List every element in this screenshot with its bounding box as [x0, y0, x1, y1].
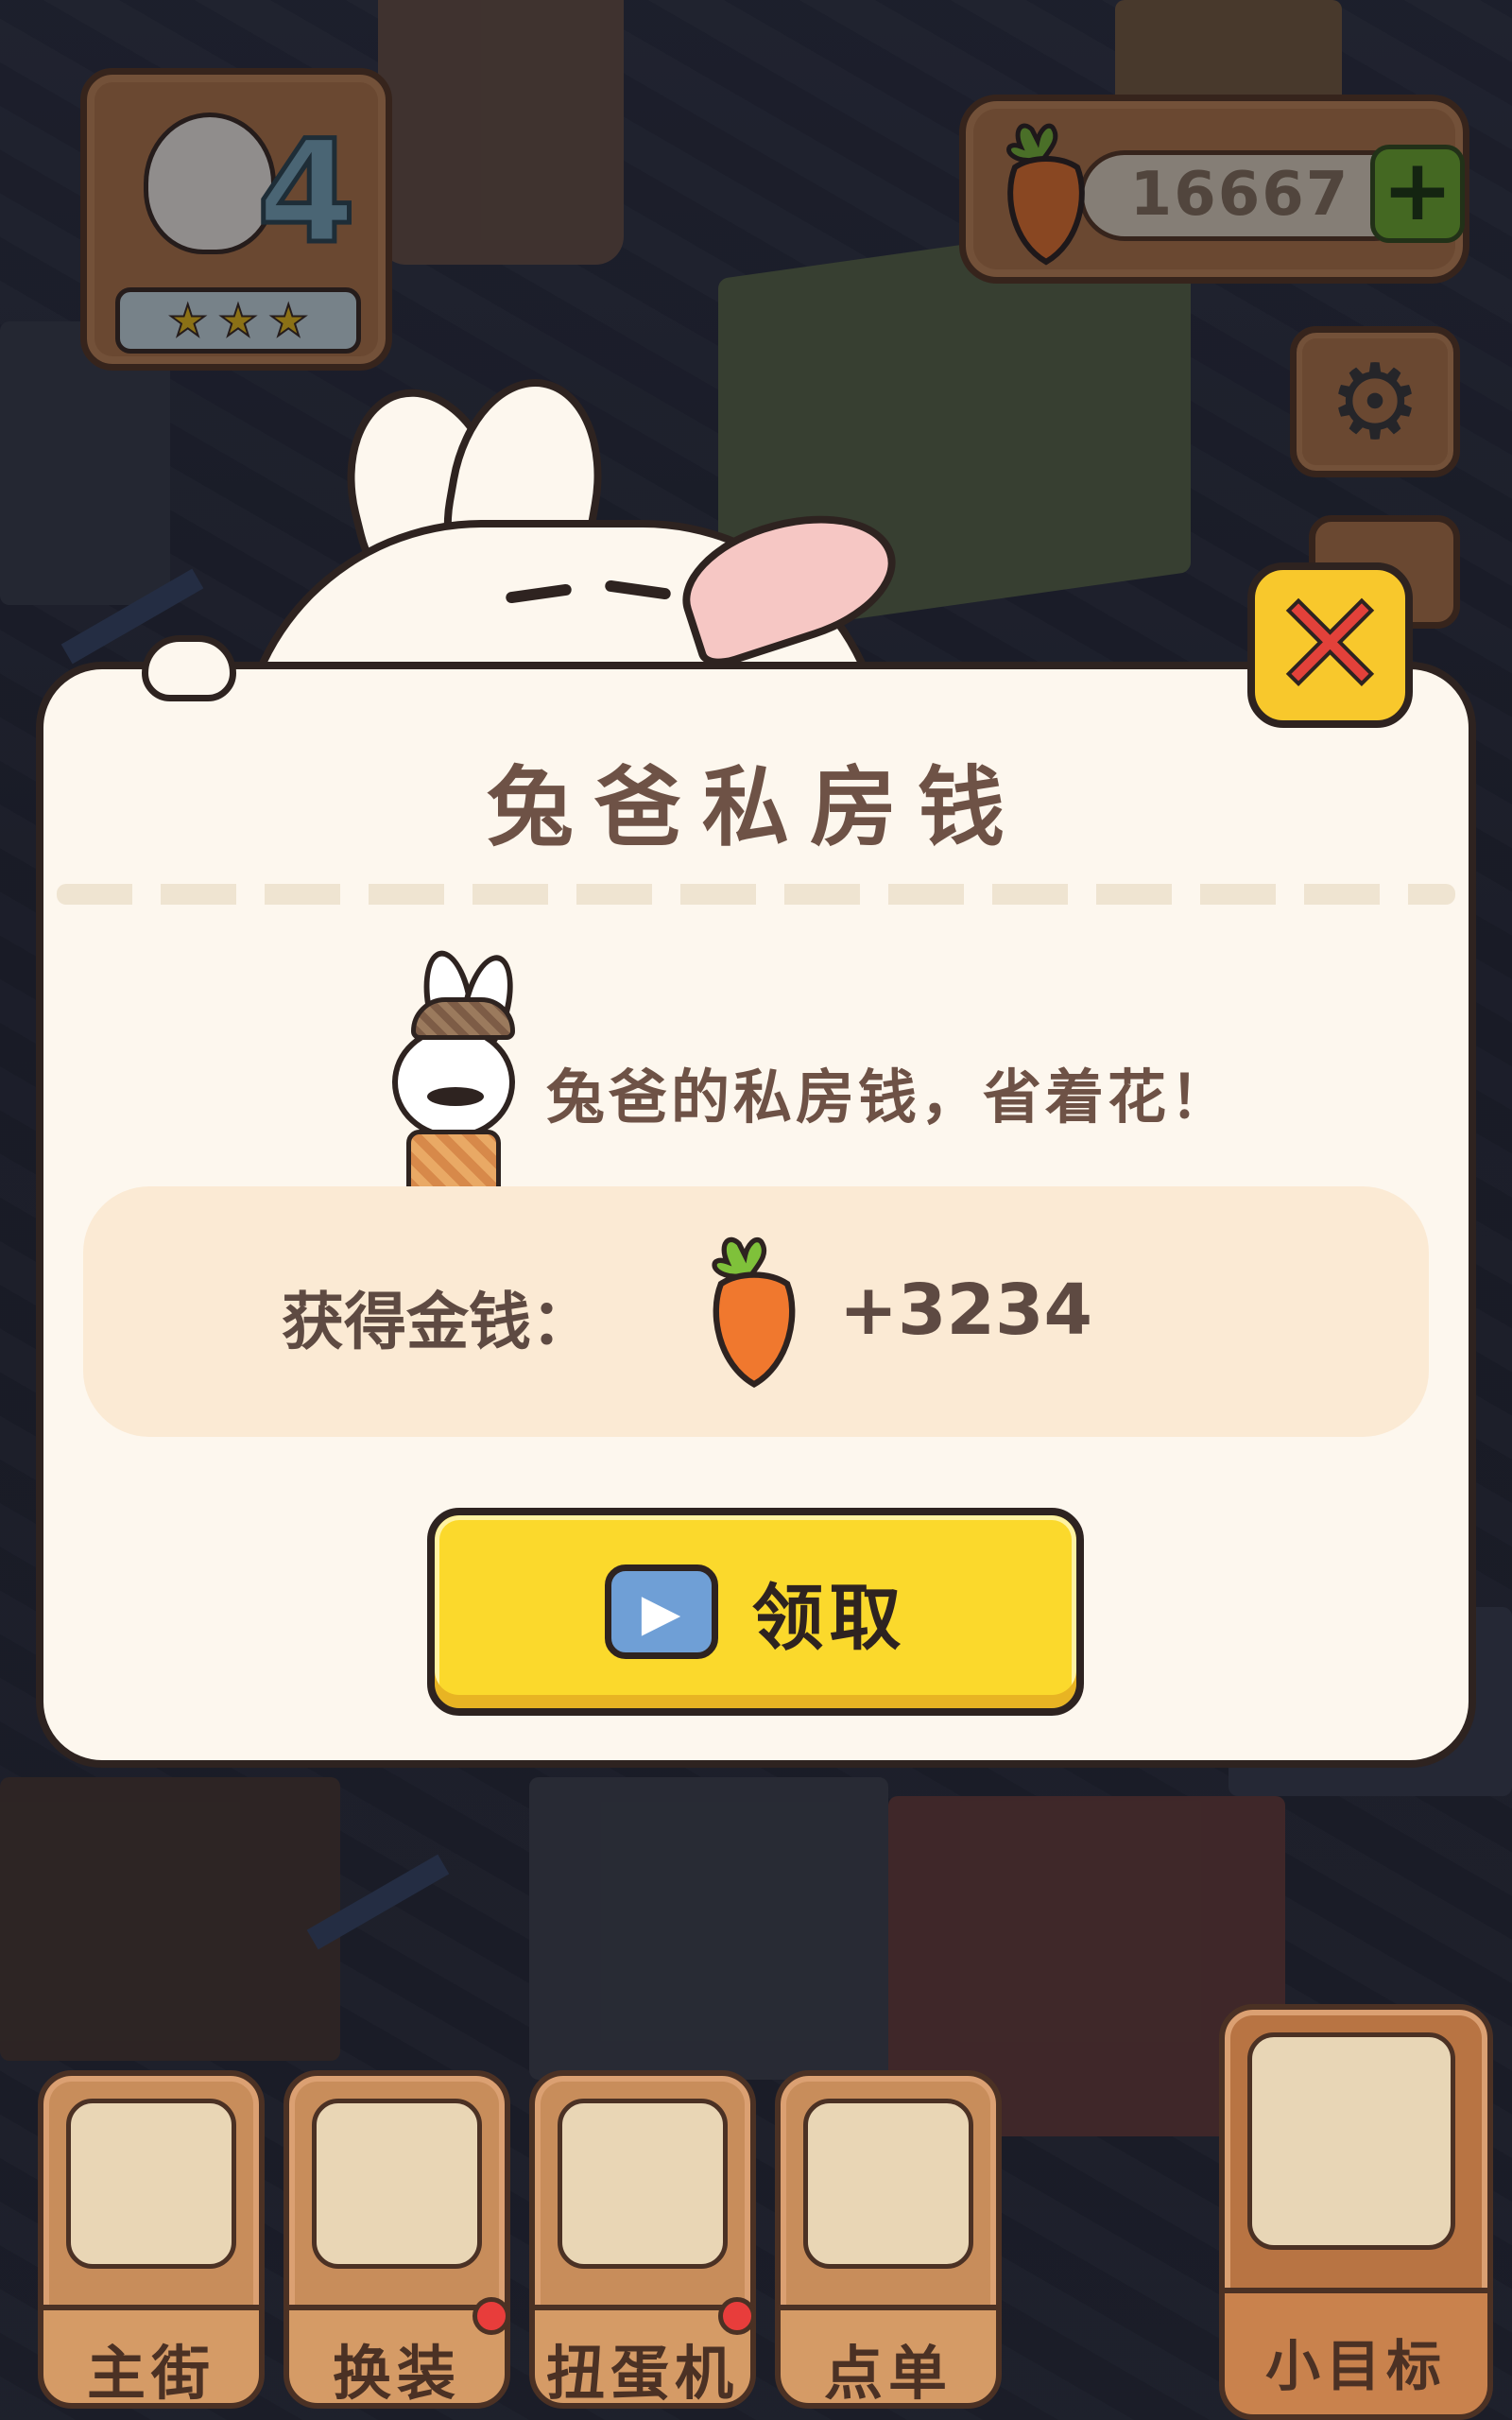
nav-label: 点单 [775, 2305, 1002, 2409]
rabbit-tongue [666, 489, 912, 674]
gacha-machine-icon [558, 2099, 728, 2269]
nav-dress-up[interactable]: 换装 [284, 2070, 510, 2420]
rabbit-flag-icon [1247, 2032, 1455, 2250]
nav-main-street[interactable]: 主街 [38, 2070, 265, 2420]
carrot-icon [712, 1236, 796, 1389]
dialog-divider [57, 884, 1455, 905]
dad-rabbit-icon [369, 946, 539, 1196]
rabbit-paw [142, 635, 236, 701]
clipboard-icon [803, 2099, 973, 2269]
claim-button[interactable]: ▶ 领取 [427, 1508, 1084, 1716]
nav-order[interactable]: 点单 [775, 2070, 1002, 2420]
map-icon [66, 2099, 236, 2269]
dialog-title: 兔爸私房钱 [486, 757, 1025, 858]
reward-label: 获得金钱： [282, 1286, 593, 1358]
flat-cap [411, 997, 515, 1040]
paint-roller-icon [312, 2099, 482, 2269]
rabbit-head [392, 1026, 515, 1139]
notification-badge [718, 2297, 756, 2335]
nav-gacha[interactable]: 扭蛋机 [529, 2070, 756, 2420]
close-x-icon: ✕ [1269, 562, 1392, 728]
nav-label: 主街 [38, 2305, 265, 2409]
video-play-icon: ▶ [604, 1564, 718, 1659]
dialog-message: 兔爸的私房钱，省着花！ [546, 1063, 1233, 1132]
reward-amount: +3234 [839, 1270, 1092, 1351]
notification-badge [472, 2297, 510, 2335]
mustache [427, 1087, 484, 1106]
claim-button-label: 领取 [751, 1576, 907, 1660]
nav-small-goal[interactable]: 小目标 [1219, 2004, 1493, 2420]
close-button[interactable]: ✕ [1247, 562, 1413, 728]
reward-panel: 获得金钱： +3234 [83, 1186, 1429, 1437]
nav-label: 小目标 [1219, 2288, 1493, 2420]
